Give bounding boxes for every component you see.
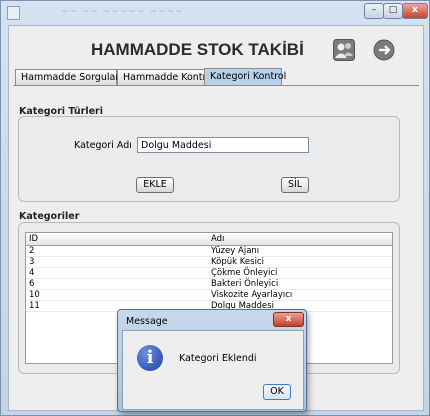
ok-button[interactable]: OK [263, 384, 291, 400]
tab-hammadde-sorgulama[interactable]: Hammadde Sorgulama [15, 69, 130, 85]
dialog-body: i Kategori Eklendi OK [122, 330, 304, 410]
add-button[interactable]: EKLE [136, 177, 174, 193]
info-icon: i [137, 345, 163, 371]
cell-name: Viskozite Ayarlayıcı [211, 290, 293, 300]
logout-icon[interactable] [373, 39, 395, 61]
table-row[interactable]: 3 Köpük Kesici [26, 257, 392, 268]
cell-name: Köpük Kesici [211, 257, 264, 267]
cell-id: 6 [29, 279, 35, 289]
tab-divider [13, 85, 419, 86]
dialog-close-button[interactable]: x [273, 312, 304, 327]
kategori-turleri-panel: Kategori Adı Dolgu Maddesi EKLE SİL [18, 116, 400, 202]
app-icon [7, 6, 20, 20]
column-header-name[interactable]: Adı [211, 233, 224, 245]
cell-id: 10 [29, 290, 40, 300]
window-title: ~~ ~~ ~~~~~ ~~~~ [61, 7, 184, 17]
kategori-adi-label: Kategori Adı [74, 140, 132, 151]
close-button[interactable]: x [402, 3, 428, 19]
page-title: HAMMADDE STOK TAKİBİ [91, 40, 304, 59]
table-header: ID Adı [26, 233, 392, 246]
main-window: ~~ ~~ ~~~~~ ~~~~ – □ x HAMMADDE STOK TAK… [0, 0, 430, 416]
minimize-button[interactable]: – [364, 3, 384, 19]
cell-name: Yüzey Ajanı [211, 246, 260, 256]
kategori-adi-input[interactable]: Dolgu Maddesi [137, 137, 309, 153]
cell-name: Çökme Önleyici [211, 268, 278, 278]
dialog-title: Message [126, 316, 168, 327]
cell-name: Bakteri Önleyici [211, 279, 279, 289]
cell-id: 3 [29, 257, 35, 267]
delete-button[interactable]: SİL [281, 177, 309, 193]
users-icon[interactable] [333, 39, 355, 61]
cell-id: 2 [29, 246, 35, 256]
tab-hammadde-kontrol[interactable]: Hammadde Kontrol [117, 69, 215, 85]
message-dialog: Message x i Kategori Eklendi OK [117, 309, 307, 412]
dialog-message: Kategori Eklendi [179, 353, 257, 364]
table-row[interactable]: 6 Bakteri Önleyici [26, 279, 392, 290]
kategoriler-title: Kategoriler [19, 211, 80, 222]
column-header-id[interactable]: ID [29, 233, 38, 245]
cell-id: 4 [29, 268, 35, 278]
title-bar[interactable]: ~~ ~~ ~~~~~ ~~~~ – □ x [1, 1, 430, 25]
maximize-button[interactable]: □ [383, 3, 403, 19]
table-row[interactable]: 4 Çökme Önleyici [26, 268, 392, 279]
table-row[interactable]: 10 Viskozite Ayarlayıcı [26, 290, 392, 301]
tab-kategori-kontrol[interactable]: Kategori Kontrol [204, 68, 286, 85]
table-row[interactable]: 2 Yüzey Ajanı [26, 246, 392, 257]
cell-id: 11 [29, 301, 40, 311]
